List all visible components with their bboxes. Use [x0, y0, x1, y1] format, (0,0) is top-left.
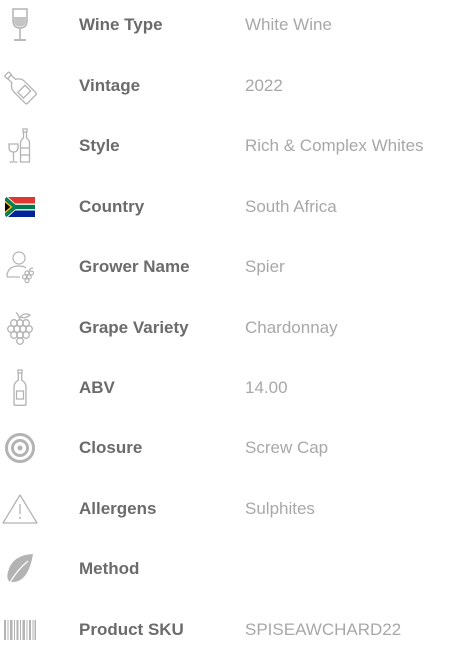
- spec-label: Method: [79, 559, 140, 578]
- spec-row-style: Style Rich & Complex Whites: [0, 126, 450, 166]
- spec-row-grower-name: Grower Name Spier: [0, 247, 450, 287]
- spec-row-closure: Closure Screw Cap: [0, 428, 450, 468]
- spec-row-method: Method: [0, 549, 450, 589]
- spec-value: White Wine: [245, 15, 332, 34]
- spec-value: 2022: [245, 76, 283, 95]
- leaf-icon: [0, 549, 40, 589]
- spec-value: South Africa: [245, 197, 337, 216]
- spec-value: Rich & Complex Whites: [245, 136, 424, 155]
- spec-label: Vintage: [79, 76, 141, 95]
- spec-label: Country: [79, 197, 145, 216]
- spec-row-product-sku: Product SKU SPISEAWCHARD22: [0, 610, 450, 650]
- barcode-icon: [0, 610, 40, 650]
- spec-row-vintage: Vintage 2022: [0, 66, 450, 106]
- spec-value: Spier: [245, 257, 285, 276]
- glass-and-bottle-icon: [0, 126, 40, 166]
- wine-bottle-icon: [0, 66, 40, 106]
- wine-glass-icon: [0, 5, 40, 45]
- spec-row-abv: ABV 14.00: [0, 368, 450, 408]
- spec-value: SPISEAWCHARD22: [245, 620, 402, 639]
- spec-label: Wine Type: [79, 15, 163, 34]
- south-africa-flag-icon: [0, 187, 40, 227]
- spec-row-grape-variety: Grape Variety Chardonnay: [0, 308, 450, 348]
- warning-triangle-icon: [0, 489, 40, 529]
- spec-row-allergens: Allergens Sulphites: [0, 489, 450, 529]
- grower-icon: [0, 247, 40, 287]
- spec-value: Sulphites: [245, 499, 315, 518]
- spec-label: Closure: [79, 438, 143, 457]
- product-spec-list: Wine Type White Wine Vintage 2022 Style …: [0, 0, 450, 641]
- spec-label: Grape Variety: [79, 318, 189, 337]
- spec-value: 14.00: [245, 378, 288, 397]
- spec-label: Product SKU: [79, 620, 184, 639]
- spec-label: Style: [79, 136, 120, 155]
- target-icon: [0, 428, 40, 468]
- spec-value: Screw Cap: [245, 438, 329, 457]
- spec-row-country: Country South Africa: [0, 187, 450, 227]
- spec-label: Allergens: [79, 499, 157, 518]
- grape-icon: [0, 308, 40, 348]
- bottle-outline-icon: [0, 368, 40, 408]
- spec-label: Grower Name: [79, 257, 190, 276]
- spec-label: ABV: [79, 378, 115, 397]
- spec-row-wine-type: Wine Type White Wine: [0, 5, 450, 45]
- spec-value: Chardonnay: [245, 318, 338, 337]
